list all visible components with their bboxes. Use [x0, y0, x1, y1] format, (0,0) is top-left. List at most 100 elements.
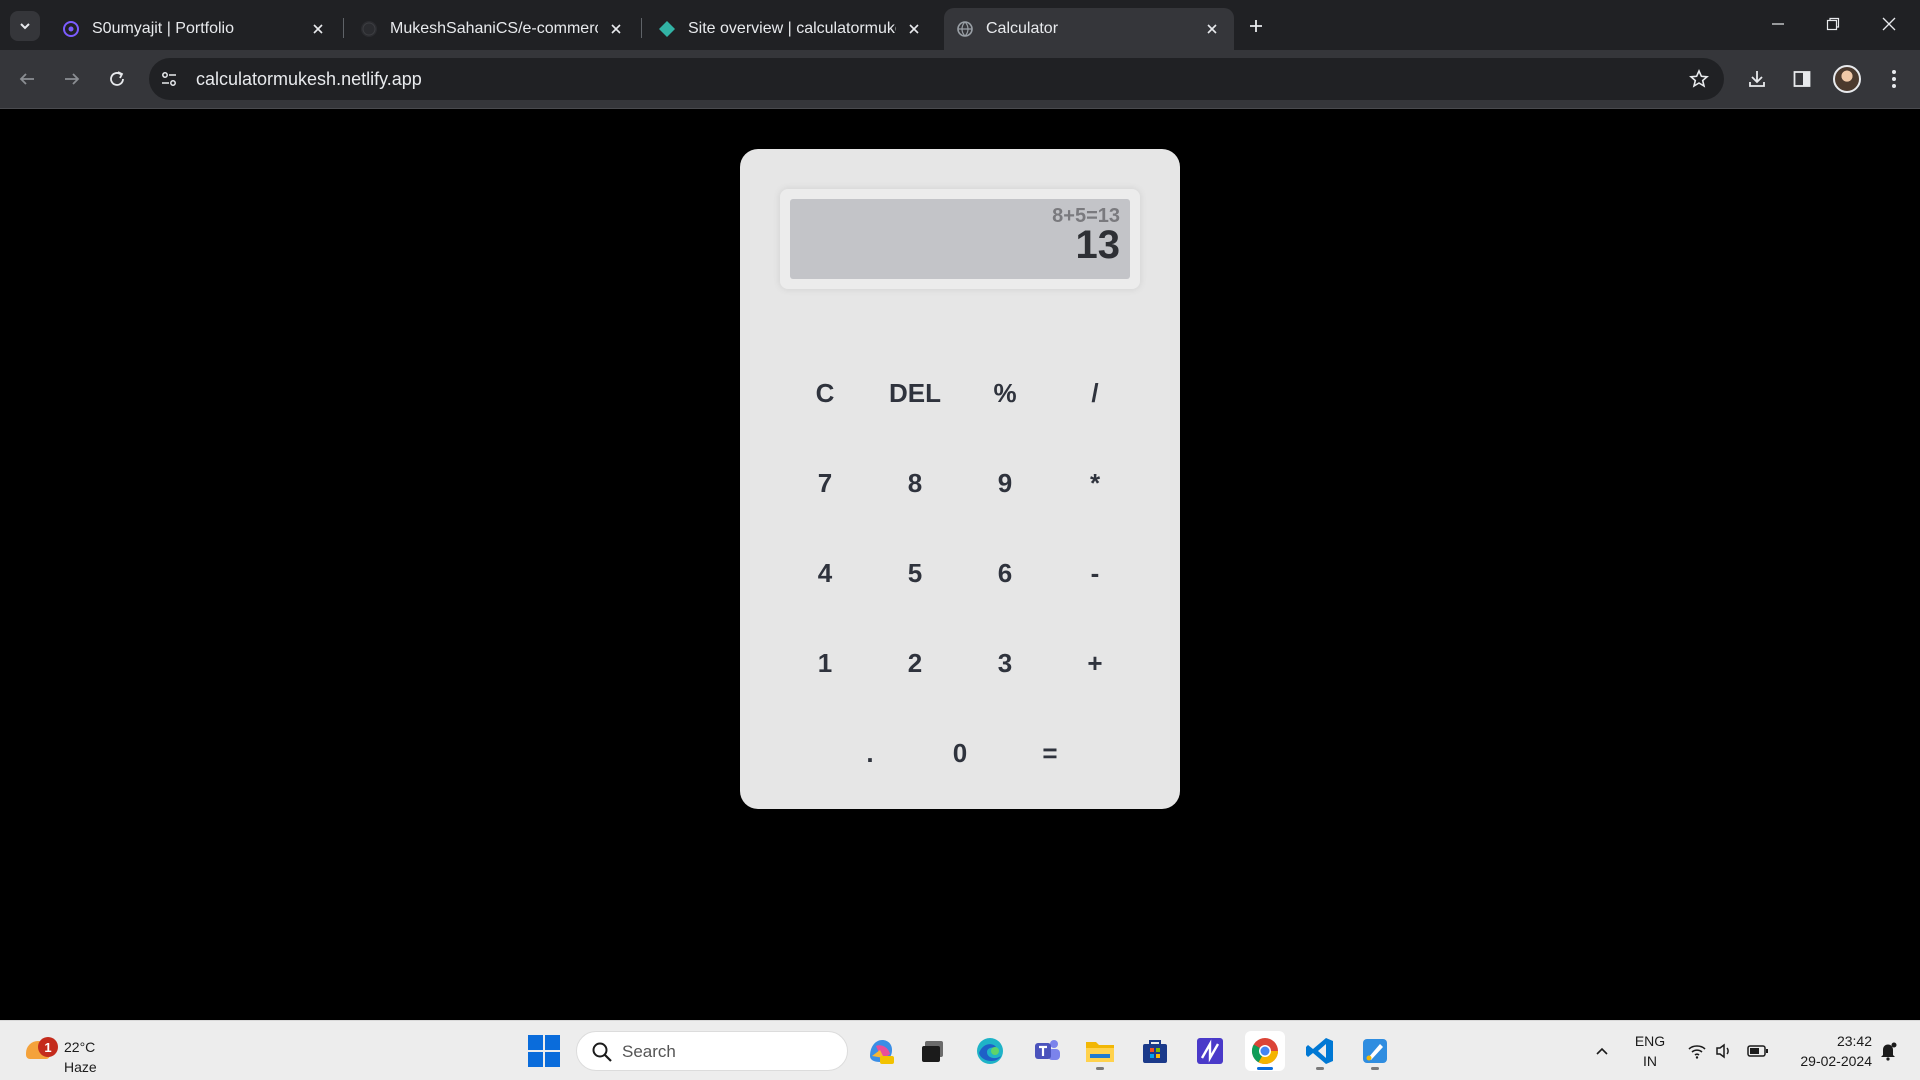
- clock-time: 23:42: [1836, 1033, 1872, 1049]
- wifi-icon: [1688, 1045, 1706, 1059]
- tab-search-button[interactable]: [10, 11, 40, 41]
- delete-button[interactable]: DEL: [879, 365, 951, 421]
- show-hidden-icons-button[interactable]: [1590, 1035, 1614, 1067]
- taskbar-copilot[interactable]: [861, 1031, 901, 1071]
- tab-calculator[interactable]: Calculator: [944, 8, 1234, 50]
- wifi-status[interactable]: [1685, 1035, 1709, 1067]
- decimal-button[interactable]: .: [834, 725, 906, 781]
- new-tab-button[interactable]: [1242, 12, 1270, 40]
- browser-toolbar: calculatormukesh.netlify.app: [0, 50, 1920, 109]
- portfolio-favicon-icon: [62, 20, 80, 38]
- digit-2-button[interactable]: 2: [879, 635, 951, 691]
- close-icon[interactable]: [904, 19, 924, 39]
- edge-icon: [977, 1038, 1003, 1064]
- taskbar-edge[interactable]: [970, 1031, 1010, 1071]
- tab-portfolio[interactable]: S0umyajit | Portfolio: [50, 8, 340, 50]
- search-placeholder: Search: [622, 1042, 676, 1061]
- tab-strip: S0umyajit | Portfolio MukeshSahaniCS/e-c…: [0, 0, 1920, 50]
- multiply-button[interactable]: *: [1059, 455, 1131, 511]
- taskbar-teams[interactable]: [1027, 1031, 1067, 1071]
- divide-button[interactable]: /: [1059, 365, 1131, 421]
- taskbar-microsoft-store[interactable]: [1135, 1031, 1175, 1071]
- system-clock[interactable]: 23:42 29-02-2024: [1782, 1031, 1872, 1071]
- close-icon[interactable]: [606, 19, 626, 39]
- running-indicator: [1096, 1067, 1104, 1070]
- tab-netlify-overview[interactable]: Site overview | calculatormukesh: [646, 8, 936, 50]
- globe-icon: [956, 20, 974, 38]
- tab-title: MukeshSahaniCS/e-commerce: [390, 20, 598, 37]
- running-indicator: [1316, 1067, 1324, 1070]
- start-button[interactable]: [528, 1035, 560, 1067]
- taskbar-task-view[interactable]: [913, 1031, 953, 1071]
- language-code: ENG: [1634, 1033, 1666, 1049]
- digit-5-button[interactable]: 5: [879, 545, 951, 601]
- input-language-indicator[interactable]: ENG IN: [1630, 1031, 1670, 1071]
- digit-0-button[interactable]: 0: [924, 725, 996, 781]
- clear-button[interactable]: C: [789, 365, 861, 421]
- digit-8-button[interactable]: 8: [879, 455, 951, 511]
- digit-3-button[interactable]: 3: [969, 635, 1041, 691]
- store-icon: [1143, 1040, 1167, 1063]
- restore-icon: [1826, 17, 1840, 31]
- volume-icon: [1716, 1043, 1729, 1059]
- side-panel-button[interactable]: [1786, 63, 1818, 95]
- site-info-icon[interactable]: [159, 69, 179, 89]
- equals-button[interactable]: =: [1014, 725, 1086, 781]
- percent-button[interactable]: %: [969, 365, 1041, 421]
- side-panel-icon: [1793, 71, 1811, 87]
- preview-app-icon: [1197, 1038, 1223, 1064]
- profile-avatar[interactable]: [1833, 65, 1861, 93]
- downloads-button[interactable]: [1741, 63, 1773, 95]
- taskbar: 1 22°C Haze Search ENG IN 23:42 29-02-20…: [0, 1020, 1920, 1080]
- digit-9-button[interactable]: 9: [969, 455, 1041, 511]
- subtract-button[interactable]: -: [1059, 545, 1131, 601]
- forward-button[interactable]: [56, 63, 88, 95]
- calculator: 8+5=13 13 C DEL % / 7 8 9 * 4 5 6 - 1 2 …: [740, 149, 1180, 809]
- windows-logo-icon: [528, 1035, 543, 1050]
- download-icon: [1749, 71, 1765, 87]
- taskbar-file-explorer[interactable]: [1080, 1031, 1120, 1071]
- minimize-button[interactable]: [1755, 6, 1801, 42]
- digit-6-button[interactable]: 6: [969, 545, 1041, 601]
- notifications-button[interactable]: [1876, 1035, 1900, 1067]
- running-indicator: [1371, 1067, 1379, 1070]
- search-icon: [592, 1042, 612, 1062]
- taskbar-vscode[interactable]: [1300, 1031, 1340, 1071]
- close-icon[interactable]: [1202, 19, 1222, 39]
- weather-temperature: 22°C: [64, 1039, 96, 1055]
- taskbar-paint[interactable]: [1355, 1031, 1395, 1071]
- weather-widget[interactable]: 1 22°C Haze: [20, 1029, 130, 1075]
- bookmark-star-icon[interactable]: [1688, 68, 1710, 90]
- copilot-icon: [870, 1040, 894, 1064]
- close-window-button[interactable]: [1866, 6, 1912, 42]
- task-view-icon: [922, 1041, 943, 1062]
- restore-button[interactable]: [1810, 6, 1856, 42]
- close-icon[interactable]: [308, 19, 328, 39]
- tab-title: S0umyajit | Portfolio: [92, 20, 234, 37]
- weather-condition: Haze: [64, 1059, 97, 1075]
- taskbar-chrome[interactable]: [1245, 1031, 1285, 1071]
- result-value: 13: [1075, 223, 1121, 267]
- notification-badge: 1: [38, 1037, 58, 1057]
- arrow-right-icon: [65, 73, 80, 85]
- plus-icon: [1250, 20, 1262, 32]
- volume-status[interactable]: [1712, 1035, 1736, 1067]
- digit-7-button[interactable]: 7: [789, 455, 861, 511]
- taskbar-visual-studio-preview[interactable]: [1190, 1031, 1230, 1071]
- digit-4-button[interactable]: 4: [789, 545, 861, 601]
- taskbar-search-box[interactable]: Search: [576, 1031, 848, 1071]
- back-button[interactable]: [11, 63, 43, 95]
- tab-github-repo[interactable]: MukeshSahaniCS/e-commerce: [348, 8, 638, 50]
- more-vertical-icon: [1892, 70, 1896, 88]
- battery-status[interactable]: [1745, 1035, 1771, 1067]
- reload-icon: [110, 71, 124, 86]
- digit-1-button[interactable]: 1: [789, 635, 861, 691]
- browser-menu-button[interactable]: [1878, 63, 1910, 95]
- github-icon: [360, 20, 378, 38]
- netlify-icon: [658, 20, 676, 38]
- address-bar[interactable]: calculatormukesh.netlify.app: [149, 58, 1724, 100]
- url-text[interactable]: calculatormukesh.netlify.app: [196, 69, 422, 90]
- reload-button[interactable]: [101, 63, 133, 95]
- clock-date: 29-02-2024: [1800, 1053, 1872, 1069]
- add-button[interactable]: +: [1059, 635, 1131, 691]
